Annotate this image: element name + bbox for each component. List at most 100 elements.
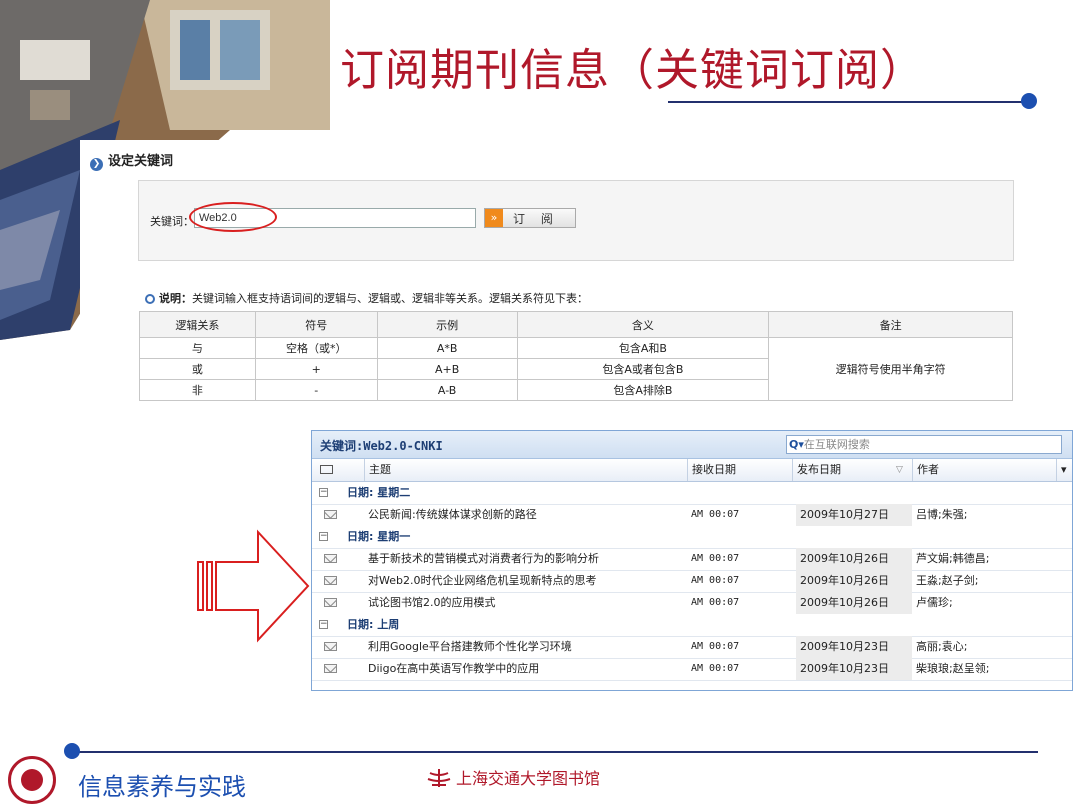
mail-folder-title: 关键词:Web2.0-CNKI [320, 439, 443, 453]
mail-group-header[interactable]: − 日期: 星期二 [312, 482, 1072, 505]
mail-row[interactable]: 对Web2.0时代企业网络危机呈现新特点的思考 AM 00:07 2009年10月2… [312, 570, 1072, 593]
footer-dot [64, 743, 80, 759]
mail-subject: 基于新技术的营销模式对消费者行为的影响分析 [368, 552, 599, 565]
cell: A*B [376, 337, 518, 359]
mail-row[interactable]: 试论图书馆2.0的应用模式 AM 00:07 2009年10月26日 卢儒珍; [312, 592, 1072, 615]
collapse-icon[interactable]: − [319, 532, 328, 541]
title-dot [1021, 93, 1037, 109]
library-logo: 上海交通大学图书馆 [426, 765, 600, 789]
sort-arrow-icon: ▽ [896, 465, 903, 475]
cell: 空格（或*） [254, 337, 378, 359]
open-envelope-icon [324, 576, 337, 585]
search-placeholder: 在互联网搜索 [803, 438, 870, 451]
note-label: 说明： [159, 292, 192, 305]
mail-row[interactable]: 利用Google平台搭建教师个性化学习环境 AM 00:07 2009年10月23日… [312, 636, 1072, 659]
collapse-icon[interactable]: − [319, 488, 328, 497]
table-row: 与 空格（或*） A*B 包含A和B 逻辑符号使用半角字符 [139, 337, 1013, 401]
mail-subject: 公民新闻:传统媒体谋求创新的路径 [368, 508, 537, 521]
mail-row[interactable]: 公民新闻:传统媒体谋求创新的路径 AM 00:07 2009年10月27日 吕博;朱强… [312, 504, 1072, 527]
mail-subject: 对Web2.0时代企业网络危机呈现新特点的思考 [368, 574, 597, 587]
note-text: 关键词输入框支持语词间的逻辑与、逻辑或、逻辑非等关系。逻辑关系符见下表： [192, 292, 588, 305]
slide-title: 订阅期刊信息（关键词订阅） [340, 45, 925, 96]
logic-table-header: 逻辑关系 符号 示例 含义 备注 [139, 311, 1013, 338]
cell: + [254, 358, 378, 380]
footer-line [78, 751, 1038, 753]
envelope-icon [320, 465, 333, 474]
mail-published: 2009年10月26日 [796, 592, 912, 614]
library-emblem-icon [427, 769, 451, 787]
cell: 包含A或者包含B [516, 358, 770, 380]
column-published[interactable]: 发布日期 [792, 459, 912, 481]
collapse-icon[interactable]: − [319, 620, 328, 629]
open-envelope-icon [324, 554, 337, 563]
red-arrow-icon [197, 529, 310, 643]
open-envelope-icon [324, 642, 337, 651]
logic-table: 逻辑关系 符号 示例 含义 备注 与 空格（或*） A*B 包含A和B 逻辑符号… [139, 311, 1013, 401]
chevron-down-icon[interactable]: ▾ [1056, 459, 1072, 481]
footer-course-title: 信息素养与实践 [78, 773, 246, 801]
cell: A+B [376, 358, 518, 380]
open-envelope-icon [324, 598, 337, 607]
header-cell: 示例 [376, 311, 518, 338]
group-label: 日期: 星期二 [347, 486, 411, 499]
double-arrow-icon: » [485, 209, 503, 227]
mail-list-window: 关键词:Web2.0-CNKI Q▾在互联网搜索 主题 接收日期 发布日期 ▽ … [311, 430, 1073, 691]
mail-group-header[interactable]: − 日期: 上周 [312, 614, 1072, 637]
mail-row[interactable]: Diigo在高中英语写作教学中的应用 AM 00:07 2009年10月23日 柴琅琅… [312, 658, 1072, 681]
cell: - [254, 379, 378, 401]
mail-row[interactable]: 基于新技术的营销模式对消费者行为的影响分析 AM 00:07 2009年10月26日… [312, 548, 1072, 571]
mail-received: AM 00:07 [691, 663, 740, 674]
web-search-field[interactable]: Q▾在互联网搜索 [786, 435, 1062, 454]
cell: A-B [376, 379, 518, 401]
panel-heading: ❯ 设定关键词 [90, 150, 173, 171]
mail-received: AM 00:07 [691, 553, 740, 564]
note: 说明：关键词输入框支持语词间的逻辑与、逻辑或、逻辑非等关系。逻辑关系符见下表： [145, 290, 588, 306]
keyword-label: 关键词： [150, 215, 194, 228]
mail-received: AM 00:07 [691, 641, 740, 652]
column-subject[interactable]: 主题 [364, 459, 687, 481]
subscribe-label: 订 阅 [513, 212, 559, 226]
university-seal-logo [8, 756, 56, 804]
cell: 非 [139, 379, 256, 401]
highlight-ellipse [189, 202, 277, 232]
mail-author: 吕博;朱强; [916, 508, 968, 521]
mail-published: 2009年10月23日 [796, 658, 912, 680]
title-underline [668, 101, 1026, 103]
column-envelope[interactable] [312, 459, 338, 481]
mail-published: 2009年10月27日 [796, 504, 912, 526]
column-author[interactable]: 作者 [912, 459, 1056, 481]
mail-group-header[interactable]: − 日期: 星期一 [312, 526, 1072, 549]
column-received[interactable]: 接收日期 [687, 459, 792, 481]
mail-subject: 试论图书馆2.0的应用模式 [368, 596, 496, 609]
mail-author: 高丽;袁心; [916, 640, 968, 653]
group-label: 日期: 星期一 [347, 530, 411, 543]
cell: 或 [139, 358, 256, 380]
header-cell: 逻辑关系 [139, 311, 256, 338]
mail-author: 芦文娟;韩德昌; [916, 552, 990, 565]
mail-toolbar: 关键词:Web2.0-CNKI Q▾在互联网搜索 [312, 431, 1072, 459]
mail-published: 2009年10月26日 [796, 570, 912, 592]
mail-published: 2009年10月26日 [796, 548, 912, 570]
remark-cell: 逻辑符号使用半角字符 [768, 337, 1013, 401]
mail-author: 王淼;赵子剑; [916, 574, 979, 587]
mail-received: AM 00:07 [691, 575, 740, 586]
cell: 包含A排除B [516, 379, 770, 401]
mail-subject: Diigo在高中英语写作教学中的应用 [368, 662, 540, 675]
mail-received: AM 00:07 [691, 597, 740, 608]
subscribe-button[interactable]: » 订 阅 [484, 208, 576, 228]
mail-column-header: 主题 接收日期 发布日期 ▽ 作者 ▾ [312, 459, 1072, 482]
panel-heading-label: 设定关键词 [108, 154, 174, 169]
group-label: 日期: 上周 [347, 618, 400, 631]
settings-icon: ❯ [90, 158, 103, 171]
header-cell: 符号 [254, 311, 378, 338]
cell: 与 [139, 337, 256, 359]
cell: 包含A和B [516, 337, 770, 359]
mail-author: 柴琅琅;赵呈领; [916, 662, 990, 675]
mail-published: 2009年10月23日 [796, 636, 912, 658]
header-cell: 备注 [768, 311, 1013, 338]
library-name: 上海交通大学图书馆 [456, 769, 601, 788]
mail-received: AM 00:07 [691, 509, 740, 520]
search-icon: Q▾ [789, 438, 804, 451]
mail-author: 卢儒珍; [916, 596, 953, 609]
open-envelope-icon [324, 664, 337, 673]
